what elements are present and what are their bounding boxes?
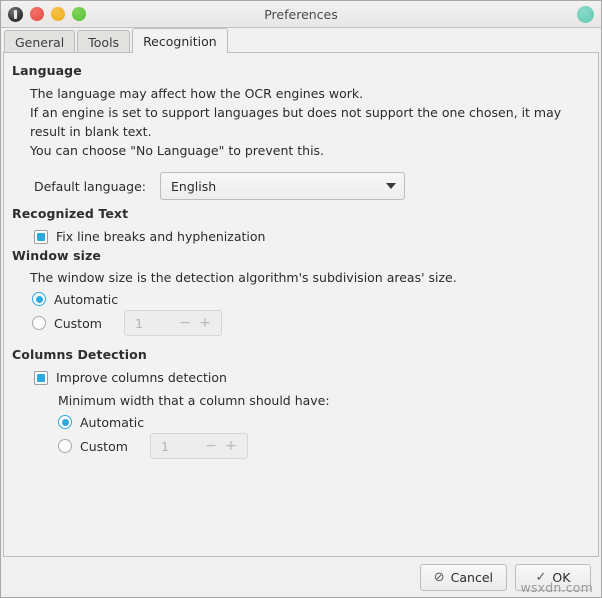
- improve-columns-detection-label: Improve columns detection: [56, 370, 227, 385]
- recognition-settings-panel: Language The language may affect how the…: [3, 52, 599, 557]
- status-indicator-icon[interactable]: [577, 5, 594, 23]
- ok-button-label: OK: [552, 569, 571, 585]
- language-description-line-1: The language may affect how the OCR engi…: [30, 86, 364, 101]
- window-size-automatic-radio[interactable]: [32, 292, 46, 306]
- tab-general[interactable]: General: [4, 30, 76, 53]
- cancel-button[interactable]: ⊘ Cancel: [419, 563, 507, 591]
- window-size-spin-increment[interactable]: +: [195, 316, 215, 330]
- window-controls: [8, 6, 86, 22]
- section-title-window-size: Window size: [12, 248, 101, 263]
- minimize-button[interactable]: [51, 7, 65, 21]
- title-bar: Preferences: [1, 1, 601, 28]
- columns-width-spin-value: 1: [161, 438, 169, 454]
- window-size-custom-label: Custom: [54, 315, 102, 331]
- tab-tools[interactable]: Tools: [77, 30, 131, 53]
- window-size-automatic-label: Automatic: [54, 291, 119, 307]
- language-description-line-3: You can choose "No Language" to prevent …: [30, 143, 325, 158]
- dialog-footer: ⊘ Cancel ✓ OK wsxdn.com: [1, 557, 601, 597]
- default-language-row: Default language: English: [30, 172, 588, 200]
- window-size-custom-row[interactable]: Custom 1 − +: [32, 310, 588, 336]
- columns-custom-radio[interactable]: [58, 439, 72, 453]
- fix-line-breaks-row[interactable]: Fix line breaks and hyphenization: [34, 229, 588, 244]
- window-size-automatic-row[interactable]: Automatic: [32, 287, 588, 311]
- window-size-description: The window size is the detection algorit…: [30, 270, 457, 285]
- columns-automatic-label: Automatic: [80, 414, 145, 430]
- app-icon: [8, 6, 23, 22]
- preferences-window: Preferences General Tools Recognition La…: [0, 0, 602, 598]
- ok-button[interactable]: ✓ OK: [515, 563, 591, 591]
- default-language-select[interactable]: English: [160, 172, 405, 200]
- chevron-down-icon: [386, 183, 396, 189]
- default-language-value: English: [171, 178, 217, 194]
- window-size-spin-decrement[interactable]: −: [175, 316, 195, 330]
- columns-detection-options: Automatic Custom 1 − +: [36, 410, 588, 459]
- columns-width-spin-decrement[interactable]: −: [201, 439, 221, 453]
- default-language-label: Default language:: [33, 178, 146, 194]
- titlebar-right: [577, 5, 594, 23]
- section-title-language: Language: [12, 63, 82, 78]
- improve-columns-detection-row[interactable]: Improve columns detection: [34, 370, 588, 385]
- columns-automatic-radio[interactable]: [58, 415, 72, 429]
- columns-custom-label: Custom: [80, 438, 128, 454]
- minimum-column-width-label: Minimum width that a column should have:: [58, 393, 330, 408]
- check-icon: ✓: [535, 569, 547, 585]
- cancel-icon: ⊘: [433, 569, 445, 585]
- section-title-recognized-text: Recognized Text: [12, 206, 129, 221]
- window-title: Preferences: [264, 7, 338, 22]
- window-size-spinbox[interactable]: 1 − +: [124, 310, 222, 336]
- cancel-button-label: Cancel: [450, 569, 493, 585]
- window-size-custom-radio[interactable]: [32, 316, 46, 330]
- improve-columns-detection-checkbox[interactable]: [34, 370, 48, 385]
- columns-custom-row[interactable]: Custom 1 − +: [58, 433, 588, 459]
- section-title-columns-detection: Columns Detection: [12, 347, 147, 362]
- window-size-spin-value: 1: [135, 315, 143, 331]
- columns-width-spin-increment[interactable]: +: [221, 439, 241, 453]
- maximize-button[interactable]: [72, 7, 86, 21]
- fix-line-breaks-label: Fix line breaks and hyphenization: [56, 229, 266, 244]
- tab-recognition[interactable]: Recognition: [132, 28, 228, 53]
- columns-width-spinbox[interactable]: 1 − +: [150, 433, 248, 459]
- columns-automatic-row[interactable]: Automatic: [58, 410, 588, 434]
- fix-line-breaks-checkbox[interactable]: [34, 229, 48, 244]
- close-button[interactable]: [30, 7, 44, 21]
- tab-bar: General Tools Recognition: [1, 28, 601, 53]
- language-description-line-2: If an engine is set to support languages…: [30, 105, 562, 139]
